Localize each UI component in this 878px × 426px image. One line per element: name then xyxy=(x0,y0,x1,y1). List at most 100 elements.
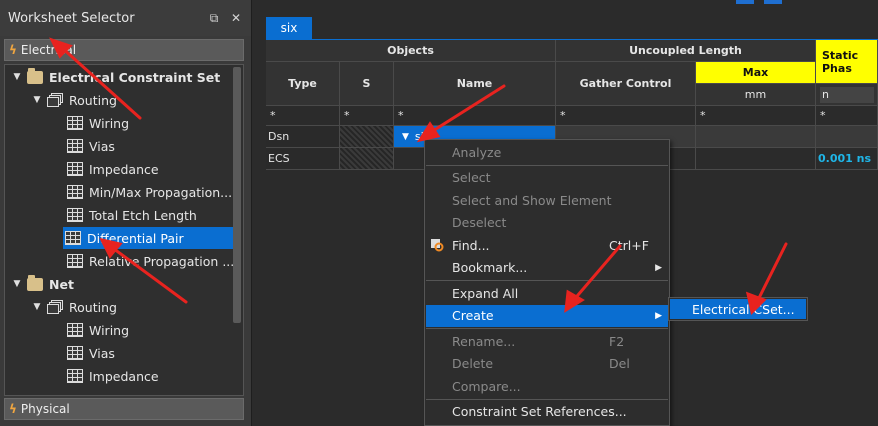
menu-item-electrical-cset[interactable]: Electrical CSet... xyxy=(670,299,806,319)
tree-item-label: Electrical Constraint Set xyxy=(49,69,221,85)
menu-item-constraint-set-references[interactable]: Constraint Set References... xyxy=(426,401,668,423)
grid-icon xyxy=(67,323,83,337)
tree-item[interactable]: Wiring xyxy=(67,319,129,341)
menu-separator xyxy=(426,328,668,329)
tree-item-label: Vias xyxy=(89,345,115,361)
tree-item[interactable]: Vias xyxy=(67,135,115,157)
filter-name[interactable]: * xyxy=(394,106,556,126)
expand-triangle-icon[interactable]: ▼ xyxy=(11,71,23,83)
menu-item-label: Expand All xyxy=(452,285,519,301)
tree-item[interactable]: Wiring xyxy=(67,112,129,134)
tree-item[interactable]: Total Etch Length xyxy=(67,204,197,226)
menu-item-analyze[interactable]: Analyze xyxy=(426,141,668,163)
submenu-arrow-icon: ▶ xyxy=(655,262,662,273)
section-electrical-label: Electrical xyxy=(20,43,77,57)
expand-arrow-icon[interactable]: ▼ xyxy=(402,132,409,142)
row-dsn-static[interactable] xyxy=(816,126,878,148)
menu-item-select[interactable]: Select xyxy=(426,167,668,189)
toolbar-button[interactable] xyxy=(764,0,782,4)
filter-type[interactable]: * xyxy=(266,106,340,126)
submenu-arrow-icon: ▶ xyxy=(655,310,662,321)
menu-item-label: Find... xyxy=(452,237,490,253)
static-unit-label: n xyxy=(820,86,874,103)
row-ecs-max[interactable] xyxy=(696,148,816,170)
grid-icon xyxy=(67,369,83,383)
menu-item-label: Rename... xyxy=(452,333,516,349)
tree-item[interactable]: ▼ Net xyxy=(11,273,74,295)
column-header-max[interactable]: Max xyxy=(696,62,816,84)
tree-item[interactable]: Vias xyxy=(67,342,115,364)
menu-item-label: Deselect xyxy=(452,215,507,230)
stack-icon xyxy=(47,93,63,107)
expand-triangle-icon[interactable]: ▼ xyxy=(11,278,23,290)
tree-scrollbar[interactable] xyxy=(233,67,241,323)
grid-icon xyxy=(67,185,83,199)
column-header-s[interactable]: S xyxy=(340,62,394,106)
column-unit-static: n xyxy=(816,84,878,106)
tree-item-label: Min/Max Propagation... xyxy=(89,184,233,200)
tree-item-label: Net xyxy=(49,276,74,292)
header-group-objects: Objects xyxy=(266,40,556,62)
menu-item-label: Delete xyxy=(452,356,494,371)
toolbar-button[interactable] xyxy=(736,0,754,4)
menu-item-label: Compare... xyxy=(452,378,521,394)
menu-shortcut: F2 xyxy=(609,333,625,349)
menu-item-find[interactable]: Find... Ctrl+F xyxy=(426,234,668,256)
tree-item-label: Vias xyxy=(89,138,115,154)
tree-item-label: Impedance xyxy=(89,368,159,384)
tree-item[interactable]: ▼ Routing xyxy=(31,296,117,318)
grid-icon xyxy=(67,208,83,222)
tab-six[interactable]: six xyxy=(266,17,312,39)
tree-item[interactable]: Impedance xyxy=(67,365,159,387)
tree-item[interactable]: Impedance xyxy=(67,158,159,180)
menu-item-bookmark[interactable]: Bookmark... ▶ xyxy=(426,257,668,279)
tree-item[interactable]: Relative Propagation ... xyxy=(67,250,234,272)
worksheet-tree: ▼ Electrical Constraint Set ▼ Routing Wiring… xyxy=(4,64,244,396)
section-electrical[interactable]: ϟ Electrical xyxy=(4,39,244,61)
menu-item-select-and-show-element[interactable]: Select and Show Element xyxy=(426,189,668,211)
tree-item[interactable]: Min/Max Propagation... xyxy=(67,181,232,203)
toolbar-strip xyxy=(256,0,878,12)
section-physical-label: Physical xyxy=(20,402,70,416)
row-ecs-type[interactable]: ECS xyxy=(266,148,340,170)
tree-item-label: Differential Pair xyxy=(87,230,184,246)
menu-item-rename[interactable]: Rename... F2 xyxy=(426,330,668,352)
panel-title-bar: Worksheet Selector ⧉ ✕ xyxy=(0,0,251,36)
context-menu: Analyze Select Select and Show Element Dese… xyxy=(424,139,670,426)
filter-static[interactable]: * xyxy=(816,106,878,126)
menu-item-deselect[interactable]: Deselect xyxy=(426,212,668,234)
tree-item[interactable]: ▼ Electrical Constraint Set xyxy=(11,66,220,88)
column-header-gather-control[interactable]: Gather Control xyxy=(556,62,696,106)
tree-item[interactable]: Differential Pair xyxy=(63,227,233,249)
menu-item-expand-all[interactable]: Expand All xyxy=(426,282,668,304)
filter-max[interactable]: * xyxy=(696,106,816,126)
folder-icon xyxy=(27,274,43,291)
menu-item-compare[interactable]: Compare... xyxy=(426,375,668,397)
filter-gather[interactable]: * xyxy=(556,106,696,126)
tree-item-label: Impedance xyxy=(89,161,159,177)
tree-item[interactable]: ▼ Routing xyxy=(31,89,117,111)
filter-s[interactable]: * xyxy=(340,106,394,126)
row-ecs-static[interactable]: 0.001 ns xyxy=(816,148,878,170)
worksheet-selector-panel: Worksheet Selector ⧉ ✕ ϟ Electrical ▼ Ele… xyxy=(0,0,252,426)
tree-item-label: Total Etch Length xyxy=(89,207,197,223)
row-dsn-max[interactable] xyxy=(696,126,816,148)
column-header-name[interactable]: Name xyxy=(394,62,556,106)
row-dsn-type[interactable]: Dsn xyxy=(266,126,340,148)
tree-item-label: Relative Propagation ... xyxy=(89,253,235,269)
menu-item-label: Constraint Set References... xyxy=(452,404,627,419)
menu-separator xyxy=(426,398,668,400)
tree-item-label: Routing xyxy=(69,92,117,108)
physical-bolt-icon: ϟ xyxy=(9,402,17,416)
column-header-type[interactable]: Type xyxy=(266,62,340,106)
menu-item-create[interactable]: Create ▶ xyxy=(426,304,668,327)
grid-icon xyxy=(67,162,83,176)
expand-triangle-icon[interactable]: ▼ xyxy=(31,94,43,106)
close-icon[interactable]: ✕ xyxy=(229,11,243,25)
section-physical[interactable]: ϟ Physical xyxy=(4,398,244,420)
grid-icon xyxy=(67,139,83,153)
expand-triangle-icon[interactable]: ▼ xyxy=(31,301,43,313)
menu-item-delete[interactable]: Delete Del xyxy=(426,353,668,375)
float-window-icon[interactable]: ⧉ xyxy=(207,11,221,25)
grid-icon xyxy=(67,116,83,130)
